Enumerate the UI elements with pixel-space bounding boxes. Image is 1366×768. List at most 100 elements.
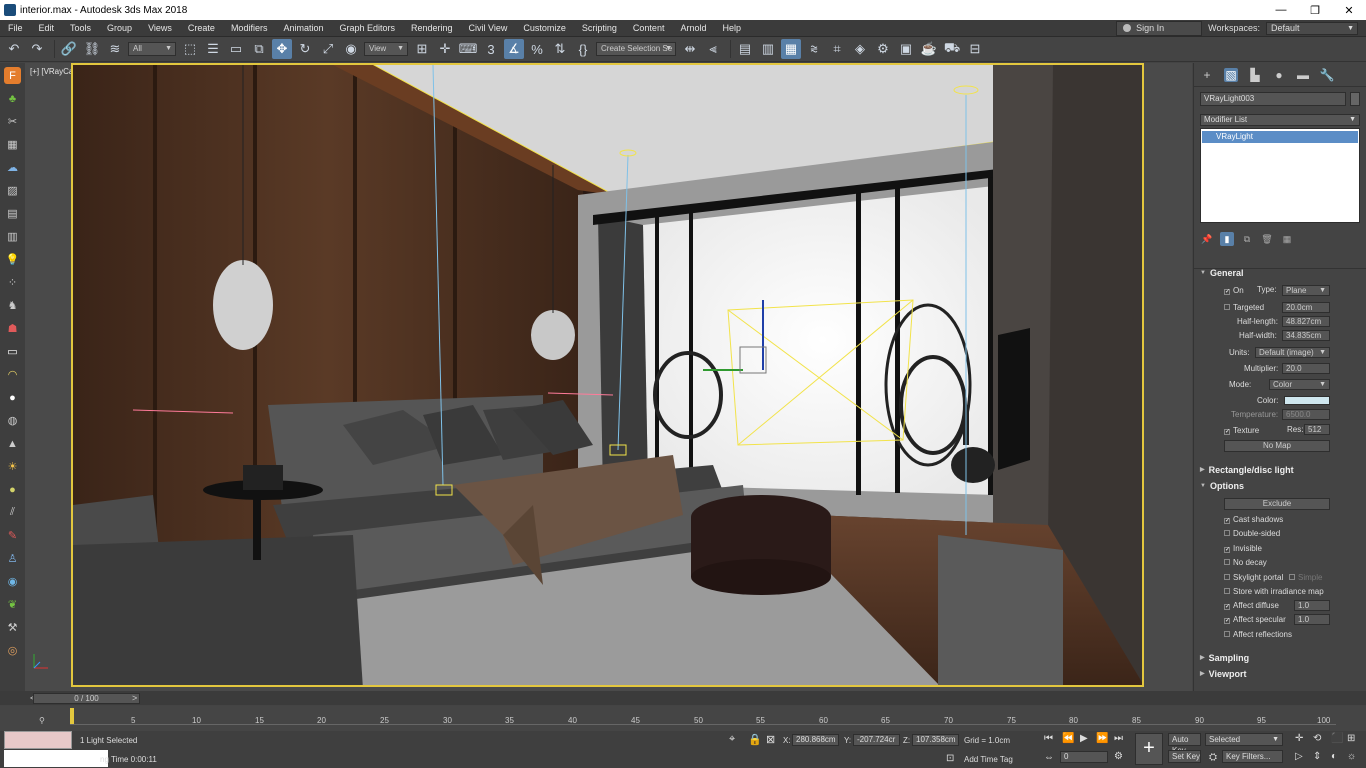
prev-key-icon[interactable]: ⏪ <box>1062 733 1074 744</box>
half-length-field[interactable]: 48.827cm <box>1282 316 1330 327</box>
y-coordinate-field[interactable]: -207.724cr <box>853 734 900 746</box>
create-tab-icon[interactable]: + <box>1200 68 1214 82</box>
minimize-button[interactable]: — <box>1264 4 1298 16</box>
plane-icon[interactable]: ▭ <box>4 343 21 360</box>
tool-icon[interactable]: ✂ <box>4 113 21 130</box>
menu-rendering[interactable]: Rendering <box>403 20 461 37</box>
store-irradiance-checkbox[interactable]: Store with irradiance map <box>1224 587 1324 596</box>
selection-filter-dropdown[interactable]: All ▼ <box>128 42 176 56</box>
lock-icon[interactable]: 🔒 <box>748 733 762 746</box>
menu-tools[interactable]: Tools <box>62 20 99 37</box>
affect-diffuse-field[interactable]: 1.0 <box>1294 600 1330 611</box>
targeted-checkbox[interactable]: Targeted <box>1224 303 1264 312</box>
hierarchy-tab-icon[interactable]: ▙ <box>1248 68 1262 82</box>
set-key-button[interactable]: Set Key <box>1168 750 1201 763</box>
time-slider[interactable]: 0 / 100 <box>33 693 140 704</box>
units-dropdown[interactable]: Default (image) ▼ <box>1255 347 1330 358</box>
object-name-field[interactable]: VRayLight003 <box>1200 92 1346 106</box>
mode-dropdown[interactable]: Color ▼ <box>1269 379 1330 390</box>
sampling-rollout-header[interactable]: ▶ Sampling <box>1200 651 1249 665</box>
render-iterative-icon[interactable]: ⛟ <box>942 39 962 59</box>
menu-content[interactable]: Content <box>625 20 673 37</box>
light-bulb-icon[interactable]: 💡 <box>4 251 21 268</box>
maximize-viewport-icon[interactable]: ⬛ <box>1331 733 1343 744</box>
figure-icon[interactable]: ♞ <box>4 297 21 314</box>
close-button[interactable]: ✕ <box>1332 4 1366 17</box>
link-icon[interactable]: 🔗 <box>59 39 79 59</box>
viewport-rollout-header[interactable]: ▶ Viewport <box>1200 667 1246 681</box>
picture-icon[interactable]: ▨ <box>4 182 21 199</box>
next-key-icon[interactable]: ⏩ <box>1096 733 1108 744</box>
go-to-start-icon[interactable]: ⏮ <box>1044 733 1053 744</box>
affect-specular-field[interactable]: 1.0 <box>1294 614 1330 625</box>
set-key-big-button[interactable]: + <box>1135 733 1163 765</box>
modifier-list-dropdown[interactable]: Modifier List ▼ <box>1200 114 1360 126</box>
menu-create[interactable]: Create <box>180 20 223 37</box>
stairs-icon[interactable]: ⫽ <box>4 504 21 521</box>
key-filters-button[interactable]: Key Filters... <box>1222 750 1283 763</box>
plant-icon[interactable]: ❦ <box>4 596 21 613</box>
align-icon[interactable]: ⫷ <box>703 39 723 59</box>
targeted-field[interactable]: 20.0cm <box>1282 302 1330 313</box>
rect-selection-icon[interactable]: ▭ <box>226 39 246 59</box>
toggle-ribbon-icon[interactable]: ▥ <box>758 39 778 59</box>
fov-icon[interactable]: ◐ <box>1331 751 1337 762</box>
play-icon[interactable]: ▶ <box>1080 733 1088 744</box>
zoom-extents-icon[interactable]: ⊞ <box>1347 733 1355 744</box>
menu-arnold[interactable]: Arnold <box>672 20 714 37</box>
dolly-icon[interactable]: ⇕ <box>1313 751 1321 762</box>
menu-help[interactable]: Help <box>714 20 749 37</box>
menu-views[interactable]: Views <box>140 20 180 37</box>
tube-icon[interactable]: ◍ <box>4 412 21 429</box>
menu-civil-view[interactable]: Civil View <box>461 20 516 37</box>
exclude-button[interactable]: Exclude <box>1224 498 1330 510</box>
maxscript-output[interactable] <box>4 750 108 767</box>
texture-checkbox[interactable]: ✓ Texture <box>1224 426 1259 435</box>
current-frame-marker[interactable] <box>70 708 74 724</box>
place-icon[interactable]: ◉ <box>341 39 361 59</box>
absolute-mode-icon[interactable]: ⊠ <box>766 733 775 746</box>
multiplier-field[interactable]: 20.0 <box>1282 363 1330 374</box>
render-icon[interactable]: ☕ <box>919 39 939 59</box>
pin-stack-icon[interactable]: 📌 <box>1200 232 1214 246</box>
render-production-icon[interactable]: ⊟ <box>965 39 985 59</box>
hammer-icon[interactable]: ⚒ <box>4 619 21 636</box>
layer-explorer-icon[interactable]: ▤ <box>735 39 755 59</box>
auto-key-button[interactable]: Auto Key <box>1168 733 1201 755</box>
render-setup-icon[interactable]: ⚙ <box>873 39 893 59</box>
menu-file[interactable]: File <box>0 20 31 37</box>
sign-in-button[interactable]: Sign In <box>1116 20 1203 36</box>
curve-editor-icon[interactable]: ⩬ <box>804 39 824 59</box>
skylight-portal-checkbox[interactable]: Skylight portal <box>1224 573 1283 582</box>
scatter-icon[interactable]: ⁘ <box>4 274 21 291</box>
window-crossing-icon[interactable]: ⧉ <box>249 39 269 59</box>
key-mode-icon[interactable]: ⇔ <box>1044 752 1054 763</box>
key-set-dropdown[interactable]: Selected ▼ <box>1205 733 1283 746</box>
options-rollout-header[interactable]: ▼ Options <box>1200 479 1244 493</box>
globe-icon[interactable]: ◉ <box>4 573 21 590</box>
stack-entry-vraylight[interactable]: VRayLight <box>1202 131 1358 143</box>
snap-3d-icon[interactable]: 3 <box>481 39 501 59</box>
no-map-button[interactable]: No Map <box>1224 440 1330 452</box>
fp-plugin-icon[interactable]: F <box>4 67 21 84</box>
sun-icon[interactable]: ☀ <box>4 458 21 475</box>
go-to-end-icon[interactable]: ⏭ <box>1114 733 1123 744</box>
rect-disc-rollout-header[interactable]: ▶ Rectangle/disc light <box>1200 463 1294 477</box>
move-icon[interactable]: ✥ <box>272 39 292 59</box>
on-checkbox[interactable]: ✓ On <box>1224 286 1244 295</box>
unlink-icon[interactable]: ⛓ <box>82 39 102 59</box>
spinner-snap-icon[interactable]: ⇅ <box>550 39 570 59</box>
affect-reflections-checkbox[interactable]: Affect reflections <box>1224 630 1292 639</box>
menu-graph-editors[interactable]: Graph Editors <box>331 20 403 37</box>
select-manipulate-icon[interactable]: ✛ <box>435 39 455 59</box>
menu-modifiers[interactable]: Modifiers <box>223 20 276 37</box>
cone-icon[interactable]: ▲ <box>4 435 21 452</box>
time-config-icon[interactable]: ⚙ <box>1114 751 1123 762</box>
cast-shadows-checkbox[interactable]: ✓ Cast shadows <box>1224 515 1283 524</box>
ball-icon[interactable]: ● <box>4 481 21 498</box>
add-time-tag[interactable]: Add Time Tag <box>964 755 1013 764</box>
modify-tab-icon[interactable]: ▧ <box>1224 67 1238 82</box>
next-frame-icon[interactable]: > <box>132 693 137 703</box>
display-tab-icon[interactable]: ▬ <box>1296 68 1310 82</box>
menu-edit[interactable]: Edit <box>31 20 63 37</box>
